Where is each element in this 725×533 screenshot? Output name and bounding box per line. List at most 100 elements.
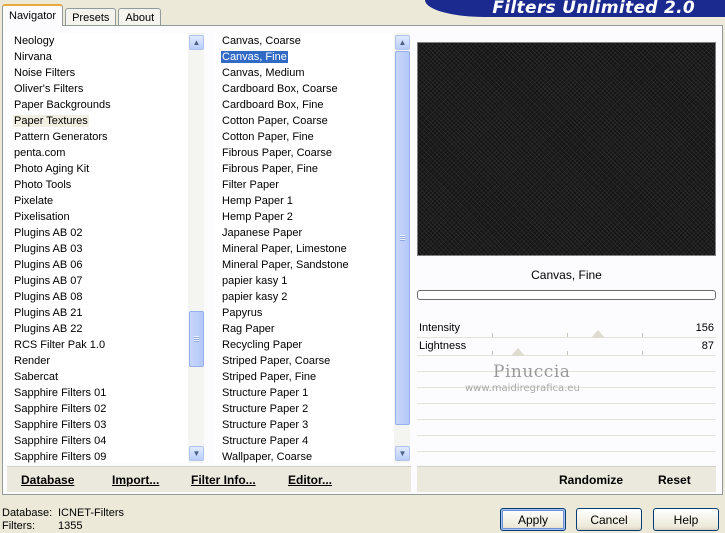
- category-item[interactable]: Render: [6, 353, 188, 369]
- category-item-label: Plugins AB 02: [14, 227, 83, 239]
- category-item[interactable]: Sabercat: [6, 369, 188, 385]
- randomize-button[interactable]: Randomize: [559, 473, 623, 487]
- filter-item[interactable]: Wallpaper, Coarse: [214, 449, 394, 463]
- tab-navigator[interactable]: Navigator: [2, 4, 64, 26]
- filter-item[interactable]: Filter Paper: [214, 177, 394, 193]
- category-item[interactable]: Plugins AB 06: [6, 257, 188, 273]
- param-label: Lightness: [419, 340, 467, 352]
- category-item[interactable]: Neology: [6, 33, 188, 49]
- filter-item[interactable]: Rag Paper: [214, 321, 394, 337]
- filter-item[interactable]: papier kasy 2: [214, 289, 394, 305]
- category-item[interactable]: Sapphire Filters 01: [6, 385, 188, 401]
- filter-item[interactable]: Fibrous Paper, Fine: [214, 161, 394, 177]
- filter-item[interactable]: Mineral Paper, Sandstone: [214, 257, 394, 273]
- category-item-label: Plugins AB 21: [14, 307, 83, 319]
- scroll-up-icon[interactable]: ▲: [395, 35, 410, 50]
- banner-title: Filters Unlimited 2.0: [492, 0, 695, 17]
- filter-item[interactable]: Striped Paper, Coarse: [214, 353, 394, 369]
- param-value: 87: [701, 340, 714, 352]
- category-item[interactable]: Pixelate: [6, 193, 188, 209]
- category-item[interactable]: Noise Filters: [6, 65, 188, 81]
- tab-about[interactable]: About: [118, 8, 162, 26]
- category-item[interactable]: Sapphire Filters 09: [6, 449, 188, 463]
- apply-button[interactable]: Apply: [500, 508, 566, 531]
- category-item[interactable]: Pattern Generators: [6, 129, 188, 145]
- filter-item[interactable]: Mineral Paper, Limestone: [214, 241, 394, 257]
- category-item-label: Paper Textures: [13, 115, 89, 127]
- filter-item[interactable]: Structure Paper 2: [214, 401, 394, 417]
- category-item-label: Paper Backgrounds: [14, 99, 111, 111]
- category-item-label: penta.com: [14, 147, 66, 159]
- filter-item-label: Structure Paper 1: [222, 387, 309, 399]
- category-item[interactable]: Sapphire Filters 04: [6, 433, 188, 449]
- filter-item[interactable]: Cotton Paper, Coarse: [214, 113, 394, 129]
- filter-item[interactable]: Papyrus: [214, 305, 394, 321]
- category-item[interactable]: Plugins AB 22: [6, 321, 188, 337]
- filter-item[interactable]: Recycling Paper: [214, 337, 394, 353]
- filter-item-label: Recycling Paper: [222, 339, 303, 351]
- filter-scrollbar[interactable]: ▲ ▼: [394, 33, 410, 463]
- filter-info-button[interactable]: Filter Info...: [191, 473, 256, 487]
- category-item[interactable]: Photo Tools: [6, 177, 188, 193]
- database-button[interactable]: Database: [21, 473, 74, 487]
- filter-item[interactable]: papier kasy 1: [214, 273, 394, 289]
- filter-item[interactable]: Structure Paper 3: [214, 417, 394, 433]
- filter-item[interactable]: Cardboard Box, Coarse: [214, 81, 394, 97]
- category-item[interactable]: Paper Backgrounds: [6, 97, 188, 113]
- progress-bar: [417, 290, 716, 300]
- cancel-button[interactable]: Cancel: [576, 508, 642, 531]
- filter-item[interactable]: Hemp Paper 1: [214, 193, 394, 209]
- help-button[interactable]: Help: [653, 508, 719, 531]
- filter-item-label: Cardboard Box, Fine: [222, 99, 324, 111]
- category-item[interactable]: Pixelisation: [6, 209, 188, 225]
- category-item-label: Photo Tools: [14, 179, 72, 191]
- reset-button[interactable]: Reset: [658, 473, 691, 487]
- category-item-label: Plugins AB 06: [14, 259, 83, 271]
- category-item[interactable]: Nirvana: [6, 49, 188, 65]
- filter-item-label: Japanese Paper: [222, 227, 303, 239]
- param-intensity[interactable]: Intensity 156: [417, 320, 716, 338]
- filter-scroll-thumb[interactable]: [395, 51, 410, 425]
- filter-items: Canvas, Coarse Canvas, Fine Canvas, Medium…: [214, 33, 394, 463]
- category-item-label: Plugins AB 07: [14, 275, 83, 287]
- category-item[interactable]: Plugins AB 07: [6, 273, 188, 289]
- category-item[interactable]: Photo Aging Kit: [6, 161, 188, 177]
- category-item[interactable]: Sapphire Filters 03: [6, 417, 188, 433]
- category-item[interactable]: penta.com: [6, 145, 188, 161]
- filter-item[interactable]: Japanese Paper: [214, 225, 394, 241]
- scroll-down-icon[interactable]: ▼: [189, 446, 204, 461]
- tab-presets[interactable]: Presets: [65, 8, 117, 26]
- navigator-panel: Neology Nirvana Noise Filters Oliver's Filt…: [2, 25, 723, 495]
- filter-item[interactable]: Structure Paper 1: [214, 385, 394, 401]
- category-item[interactable]: Plugins AB 08: [6, 289, 188, 305]
- editor-button[interactable]: Editor...: [288, 473, 332, 487]
- category-scrollbar[interactable]: ▲ ▼: [188, 33, 204, 463]
- category-item[interactable]: Paper Textures: [6, 113, 188, 129]
- filter-item[interactable]: Fibrous Paper, Coarse: [214, 145, 394, 161]
- scroll-down-icon[interactable]: ▼: [395, 446, 410, 461]
- filter-item-label: Fibrous Paper, Fine: [222, 163, 318, 175]
- filter-item[interactable]: Hemp Paper 2: [214, 209, 394, 225]
- filter-item[interactable]: Striped Paper, Fine: [214, 369, 394, 385]
- import-button[interactable]: Import...: [112, 473, 159, 487]
- category-list[interactable]: Neology Nirvana Noise Filters Oliver's Filt…: [6, 33, 204, 463]
- scroll-up-icon[interactable]: ▲: [189, 35, 204, 50]
- filter-item[interactable]: Cardboard Box, Fine: [214, 97, 394, 113]
- filter-list[interactable]: Canvas, Coarse Canvas, Fine Canvas, Medium…: [214, 33, 410, 463]
- category-scroll-thumb[interactable]: [189, 311, 204, 367]
- category-item[interactable]: Oliver's Filters: [6, 81, 188, 97]
- slider-pointer-icon[interactable]: [591, 330, 605, 338]
- category-item[interactable]: Plugins AB 21: [6, 305, 188, 321]
- category-item[interactable]: Plugins AB 02: [6, 225, 188, 241]
- filter-item[interactable]: Canvas, Medium: [214, 65, 394, 81]
- category-item[interactable]: RCS Filter Pak 1.0: [6, 337, 188, 353]
- slider-pointer-icon[interactable]: [511, 348, 525, 356]
- filter-item[interactable]: Canvas, Coarse: [214, 33, 394, 49]
- filter-item[interactable]: Cotton Paper, Fine: [214, 129, 394, 145]
- category-item[interactable]: Sapphire Filters 02: [6, 401, 188, 417]
- filter-item-label: Cotton Paper, Coarse: [222, 115, 328, 127]
- filter-item[interactable]: Canvas, Fine: [214, 49, 394, 65]
- param-lightness[interactable]: Lightness 87: [417, 338, 716, 356]
- category-item[interactable]: Plugins AB 03: [6, 241, 188, 257]
- filter-item[interactable]: Structure Paper 4: [214, 433, 394, 449]
